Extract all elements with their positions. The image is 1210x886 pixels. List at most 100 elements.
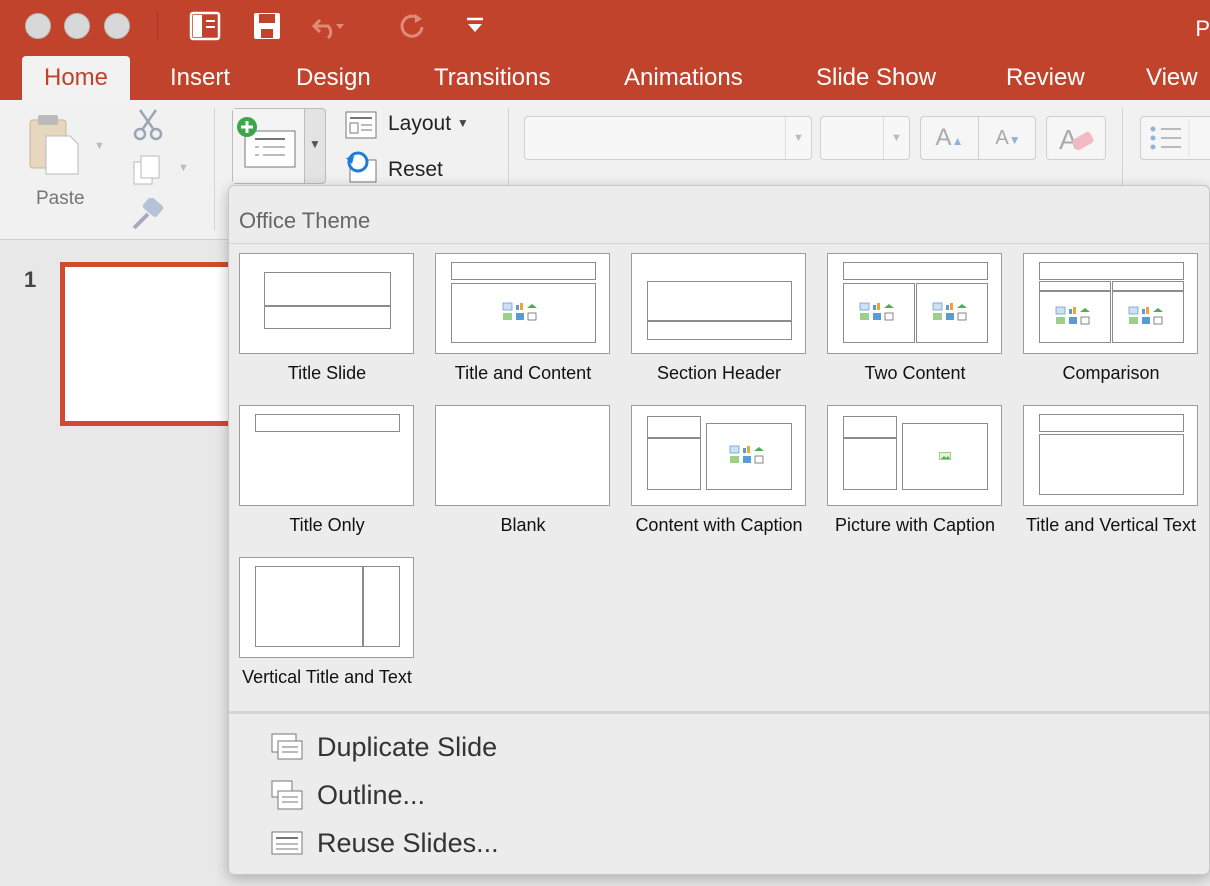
layout-thumbnail <box>631 253 806 354</box>
tab-design[interactable]: Design <box>296 56 371 100</box>
format-painter-icon[interactable] <box>130 197 166 237</box>
layout-label: Title and Content <box>454 363 592 383</box>
tab-view[interactable]: View <box>1146 56 1198 100</box>
toolbar-separator <box>157 12 158 40</box>
layout-thumbnail <box>827 405 1002 506</box>
gallery-header: Office Theme <box>229 186 1209 244</box>
layout-thumbnail <box>239 557 414 658</box>
layout-thumbnail <box>435 405 610 506</box>
content-icons <box>932 302 967 321</box>
reuse-slides-icon <box>271 831 303 855</box>
placeholder-box <box>264 306 391 329</box>
layout-section-header[interactable]: Section Header <box>621 253 817 393</box>
cut-icon[interactable] <box>130 108 166 147</box>
outline-icon <box>271 780 303 810</box>
layout-comparison[interactable]: Comparison <box>1013 253 1209 393</box>
layout-label: Title Slide <box>287 363 367 383</box>
placeholder-box <box>647 416 701 438</box>
font-size-combobox[interactable]: ▼ <box>820 116 910 160</box>
layout-icon[interactable] <box>344 110 378 145</box>
layout-title-and-content[interactable]: Title and Content <box>425 253 621 393</box>
layout-label: Comparison <box>1062 363 1160 383</box>
placeholder-box <box>451 262 596 280</box>
layout-title-and-vertical-text[interactable]: Title and Vertical Text <box>1013 405 1209 545</box>
decrease-font-size-icon[interactable]: A▼ <box>979 117 1037 159</box>
new-slide-arrow[interactable]: ▼ <box>309 137 321 151</box>
close-window-button[interactable] <box>25 13 51 39</box>
bullets-icon[interactable] <box>1140 116 1210 160</box>
font-name-combobox[interactable]: ▼ <box>524 116 812 160</box>
placeholder-box <box>363 566 400 647</box>
layout-picture-with-caption[interactable]: Picture with Caption <box>817 405 1013 545</box>
copy-icon[interactable] <box>132 154 162 191</box>
paste-icon[interactable] <box>26 112 82 176</box>
save-icon[interactable] <box>250 8 284 44</box>
slide-number: 1 <box>24 267 37 292</box>
content-icons <box>1128 306 1163 325</box>
layout-thumbnail <box>1023 405 1198 506</box>
toggle-sidebar-icon[interactable] <box>188 8 222 44</box>
placeholder-box <box>1039 414 1184 432</box>
customize-toolbar-icon[interactable] <box>458 8 492 44</box>
layout-label: Title and Vertical Text <box>1025 515 1197 535</box>
outline-label: Outline... <box>317 780 426 810</box>
layout-thumbnail <box>435 253 610 354</box>
content-icons <box>859 302 894 321</box>
layout-label: Layout <box>388 112 452 135</box>
zoom-window-button[interactable] <box>104 13 130 39</box>
tab-home[interactable]: Home <box>22 56 131 100</box>
outline-command[interactable]: Outline... <box>269 775 669 815</box>
layout-two-content[interactable]: Two Content <box>817 253 1013 393</box>
undo-icon[interactable] <box>310 8 344 44</box>
layout-dropdown-arrow: ▼ <box>456 116 469 130</box>
title-bar: P <box>0 0 1210 56</box>
layout-label: Title Only <box>289 515 365 535</box>
tab-insert[interactable]: Insert <box>170 56 230 100</box>
placeholder-box <box>1039 434 1184 495</box>
paste-options-arrow[interactable]: ▼ <box>94 140 105 152</box>
tab-transitions[interactable]: Transitions <box>434 56 550 100</box>
ribbon-tabs: Home Insert Design Transitions Animation… <box>0 56 1210 100</box>
clear-formatting-icon[interactable]: A <box>1046 116 1106 160</box>
ribbon-separator <box>214 108 215 230</box>
layout-vertical-title-and-text[interactable]: Vertical Title and Text <box>229 557 425 697</box>
layout-button[interactable]: Layout ▼ <box>388 112 469 136</box>
copy-options-arrow[interactable]: ▼ <box>178 162 189 174</box>
placeholder-box <box>843 416 897 438</box>
minimize-window-button[interactable] <box>64 13 90 39</box>
font-size-arrow[interactable]: ▼ <box>883 117 909 159</box>
placeholder-box <box>843 262 988 280</box>
layout-label: Section Header <box>656 363 782 383</box>
layout-label: Content with Caption <box>635 515 803 535</box>
duplicate-slide-icon <box>271 733 303 760</box>
layout-label: Blank <box>500 515 546 535</box>
placeholder-box <box>255 414 400 432</box>
layout-content-with-caption[interactable]: Content with Caption <box>621 405 817 545</box>
layout-title-slide[interactable]: Title Slide <box>229 253 425 393</box>
reset-icon[interactable] <box>344 150 378 189</box>
layout-blank[interactable]: Blank <box>425 405 621 545</box>
reuse-slides-label: Reuse Slides... <box>317 828 499 858</box>
increase-font-size-icon[interactable]: A▲ <box>921 117 979 159</box>
layout-thumbnail <box>239 405 414 506</box>
new-slide-button[interactable]: ▼ <box>232 108 326 184</box>
placeholder-box <box>1039 262 1184 280</box>
tab-animations[interactable]: Animations <box>624 56 743 100</box>
redo-icon[interactable] <box>395 8 429 44</box>
placeholder-box <box>1112 281 1184 291</box>
reuse-slides-command[interactable]: Reuse Slides... <box>269 823 669 863</box>
placeholder-box <box>264 272 391 306</box>
reset-button[interactable]: Reset <box>388 158 443 182</box>
tab-review[interactable]: Review <box>1006 56 1085 100</box>
picture-icon <box>939 452 951 460</box>
placeholder-box <box>255 566 363 647</box>
layout-thumbnail <box>1023 253 1198 354</box>
menu-divider <box>229 711 1209 714</box>
tab-slide-show[interactable]: Slide Show <box>816 56 936 100</box>
font-name-arrow[interactable]: ▼ <box>785 117 811 159</box>
window-title: P <box>1195 16 1210 41</box>
layout-title-only[interactable]: Title Only <box>229 405 425 545</box>
placeholder-box <box>647 321 792 340</box>
layout-label: Two Content <box>864 363 966 383</box>
duplicate-slide-command[interactable]: Duplicate Slide <box>269 727 669 767</box>
